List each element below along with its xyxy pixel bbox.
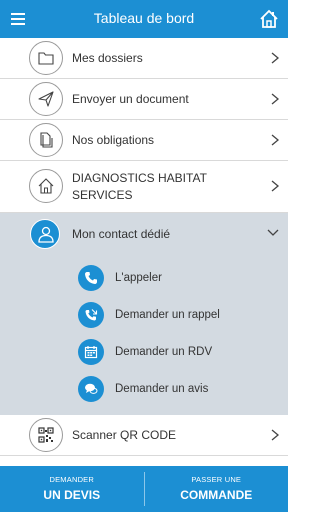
chevron-down-icon	[267, 229, 279, 236]
hamburger-menu-icon[interactable]	[8, 9, 30, 29]
contact-panel: Mon contact dédié L'appeler Demander un …	[0, 213, 288, 415]
chevron-right-icon	[271, 134, 280, 146]
menu-item-nos-obligations[interactable]: Nos obligations	[0, 120, 288, 161]
qr-code-icon	[29, 418, 63, 452]
contact-toggle[interactable]: Mon contact dédié	[0, 213, 288, 253]
page-title: Tableau de bord	[93, 10, 195, 26]
action-demander-rappel[interactable]: Demander un rappel	[78, 302, 278, 328]
action-label: Demander un avis	[115, 383, 209, 395]
chevron-right-icon	[271, 180, 280, 192]
chevron-right-icon	[271, 429, 280, 441]
button-caption: PASSER UNE	[191, 475, 242, 484]
house-icon	[29, 169, 63, 203]
documents-icon	[29, 123, 63, 157]
top-bar: Tableau de bord	[0, 0, 288, 38]
folder-icon	[29, 41, 63, 75]
button-title: UN DEVIS	[43, 488, 101, 502]
menu-item-diagnostics-habitat[interactable]: DIAGNOSTICS HABITAT SERVICES	[0, 161, 288, 213]
action-label: L'appeler	[115, 272, 162, 284]
menu-item-label: Envoyer un document	[72, 92, 189, 106]
bottom-action-bar: DEMANDER UN DEVIS PASSER UNE COMMANDE	[0, 466, 288, 512]
calendar-icon	[78, 339, 104, 365]
menu-item-label: Mes dossiers	[72, 51, 143, 65]
phone-icon	[78, 265, 104, 291]
contact-label: Mon contact dédié	[72, 227, 171, 241]
chevron-right-icon	[271, 52, 280, 64]
menu-item-mes-dossiers[interactable]: Mes dossiers	[0, 38, 288, 79]
demander-devis-button[interactable]: DEMANDER UN DEVIS	[0, 466, 144, 512]
action-demander-rdv[interactable]: Demander un RDV	[78, 339, 278, 365]
chat-icon	[78, 376, 104, 402]
action-label: Demander un rappel	[115, 309, 220, 321]
action-demander-avis[interactable]: Demander un avis	[78, 376, 278, 402]
callback-icon	[78, 302, 104, 328]
chevron-right-icon	[271, 93, 280, 105]
menu-item-label: Scanner QR CODE	[72, 428, 177, 442]
menu-list: Mes dossiers Envoyer un document Nos obl…	[0, 38, 288, 213]
button-caption: DEMANDER	[49, 475, 95, 484]
action-appeler[interactable]: L'appeler	[78, 265, 278, 291]
home-icon[interactable]	[258, 8, 280, 30]
menu-item-label: DIAGNOSTICS HABITAT SERVICES	[72, 171, 207, 202]
send-icon	[29, 82, 63, 116]
action-label: Demander un RDV	[115, 346, 213, 358]
user-icon	[30, 219, 60, 249]
menu-item-scanner-qr[interactable]: Scanner QR CODE	[0, 415, 288, 456]
button-title: COMMANDE	[180, 488, 253, 502]
passer-commande-button[interactable]: PASSER UNE COMMANDE	[145, 466, 289, 512]
menu-item-envoyer-document[interactable]: Envoyer un document	[0, 79, 288, 120]
menu-item-label: Nos obligations	[72, 133, 155, 147]
